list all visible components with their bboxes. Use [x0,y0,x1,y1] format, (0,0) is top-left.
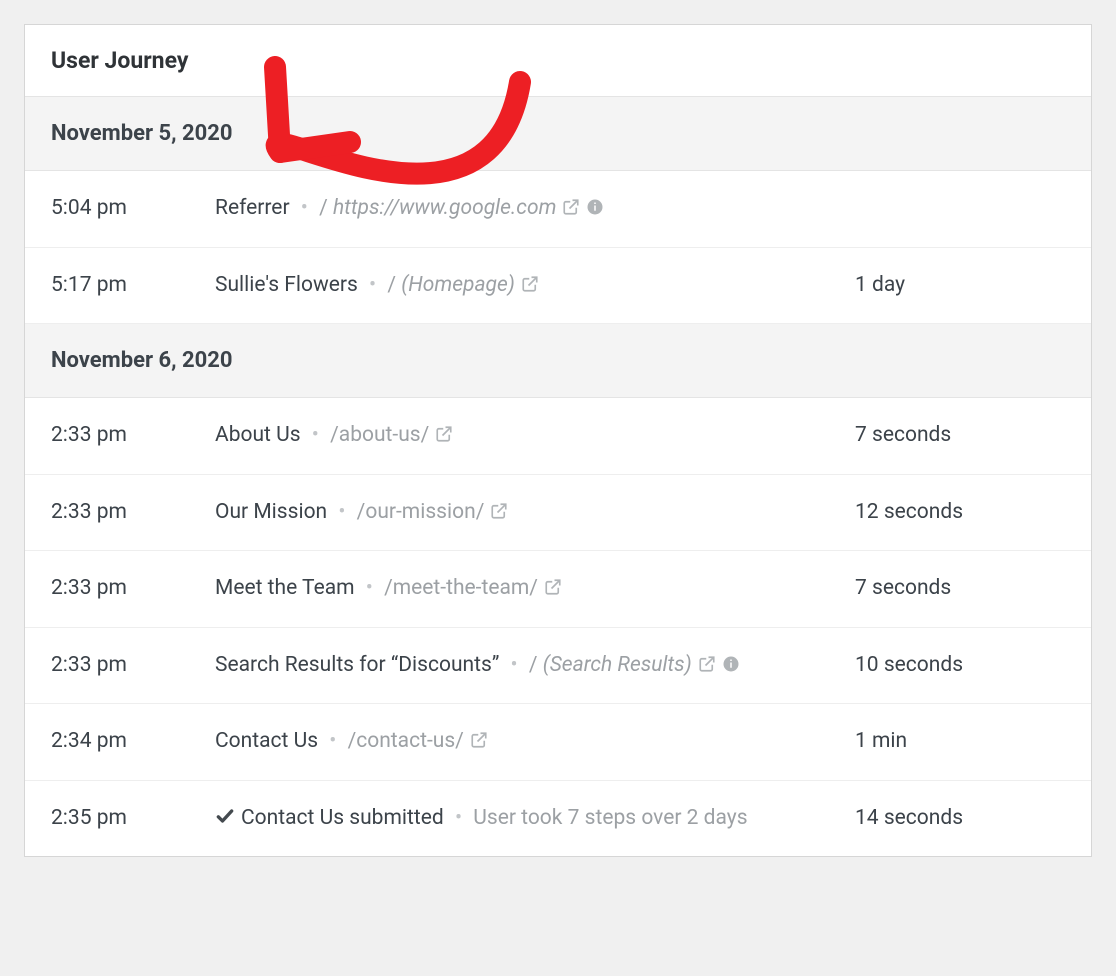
separator-dot: • [444,806,474,830]
row-time: 2:33 pm [51,650,215,682]
row-time: 2:33 pm [51,497,215,529]
date-header: November 6, 2020 [25,324,1091,398]
external-link-icon[interactable] [435,425,453,443]
row-duration: 7 seconds [855,573,1065,605]
journey-row: 2:35 pmContact Us submitted • User took … [25,781,1091,857]
row-path: /about-us/ [330,423,429,447]
row-duration: 10 seconds [855,650,1065,682]
row-duration: 12 seconds [855,497,1065,529]
separator-dot: • [318,729,348,753]
row-title: About Us [215,423,301,447]
row-time: 5:04 pm [51,193,215,225]
row-main: Contact Us submitted • User took 7 steps… [215,803,855,835]
row-title: Search Results for “Discounts” [215,653,499,677]
row-time: 2:33 pm [51,573,215,605]
row-main: Search Results for “Discounts” • / (Sear… [215,650,855,682]
external-link-icon[interactable] [698,655,716,673]
journey-row: 2:33 pmOur Mission • /our-mission/12 sec… [25,475,1091,552]
journey-row: 5:17 pmSullie's Flowers • / (Homepage)1 … [25,248,1091,325]
row-path: /contact-us/ [348,729,464,753]
separator-dot: • [327,500,357,524]
row-time: 2:34 pm [51,726,215,758]
journey-row: 2:33 pmAbout Us • /about-us/7 seconds [25,398,1091,475]
row-path: (Homepage) [401,273,515,297]
journey-row: 2:34 pmContact Us • /contact-us/1 min [25,704,1091,781]
panel-header: User Journey [25,25,1091,97]
date-header: November 5, 2020 [25,97,1091,171]
row-duration: 7 seconds [855,420,1065,452]
row-title: Our Mission [215,500,327,524]
row-path-prefix: / [529,653,543,677]
row-main: Referrer • / https://www.google.com [215,193,855,225]
row-title: Contact Us submitted [241,806,444,830]
check-icon [215,806,235,826]
row-path: /our-mission/ [357,500,485,524]
row-title: Referrer [215,196,290,220]
row-duration: 14 seconds [855,803,1065,835]
external-link-icon[interactable] [544,578,562,596]
external-link-icon[interactable] [562,198,580,216]
separator-dot: • [358,273,388,297]
separator-dot: • [355,576,385,600]
row-summary: User took 7 steps over 2 days [473,806,747,830]
external-link-icon[interactable] [490,502,508,520]
row-duration: 1 min [855,726,1065,758]
row-title: Meet the Team [215,576,355,600]
row-path: https://www.google.com [333,196,556,220]
external-link-icon[interactable] [470,731,488,749]
row-path: /meet-the-team/ [384,576,538,600]
journey-row: 5:04 pmReferrer • / https://www.google.c… [25,171,1091,248]
row-main: Contact Us • /contact-us/ [215,726,855,758]
row-main: Our Mission • /our-mission/ [215,497,855,529]
row-time: 5:17 pm [51,270,215,302]
row-duration: 1 day [855,270,1065,302]
row-title: Sullie's Flowers [215,273,358,297]
row-path: (Search Results) [543,653,692,677]
separator-dot: • [499,653,529,677]
panel-title: User Journey [51,47,1065,74]
info-icon[interactable] [722,655,740,673]
user-journey-panel: User Journey November 5, 20205:04 pmRefe… [24,24,1092,857]
row-time: 2:35 pm [51,803,215,835]
row-title: Contact Us [215,729,318,753]
row-path-prefix: / [387,273,401,297]
separator-dot: • [290,196,320,220]
row-path-prefix: / [319,196,333,220]
row-time: 2:33 pm [51,420,215,452]
row-main: Sullie's Flowers • / (Homepage) [215,270,855,302]
row-main: About Us • /about-us/ [215,420,855,452]
journey-row: 2:33 pmSearch Results for “Discounts” • … [25,628,1091,705]
row-main: Meet the Team • /meet-the-team/ [215,573,855,605]
journey-row: 2:33 pmMeet the Team • /meet-the-team/7 … [25,551,1091,628]
separator-dot: • [301,423,331,447]
info-icon[interactable] [586,198,604,216]
external-link-icon[interactable] [521,275,539,293]
